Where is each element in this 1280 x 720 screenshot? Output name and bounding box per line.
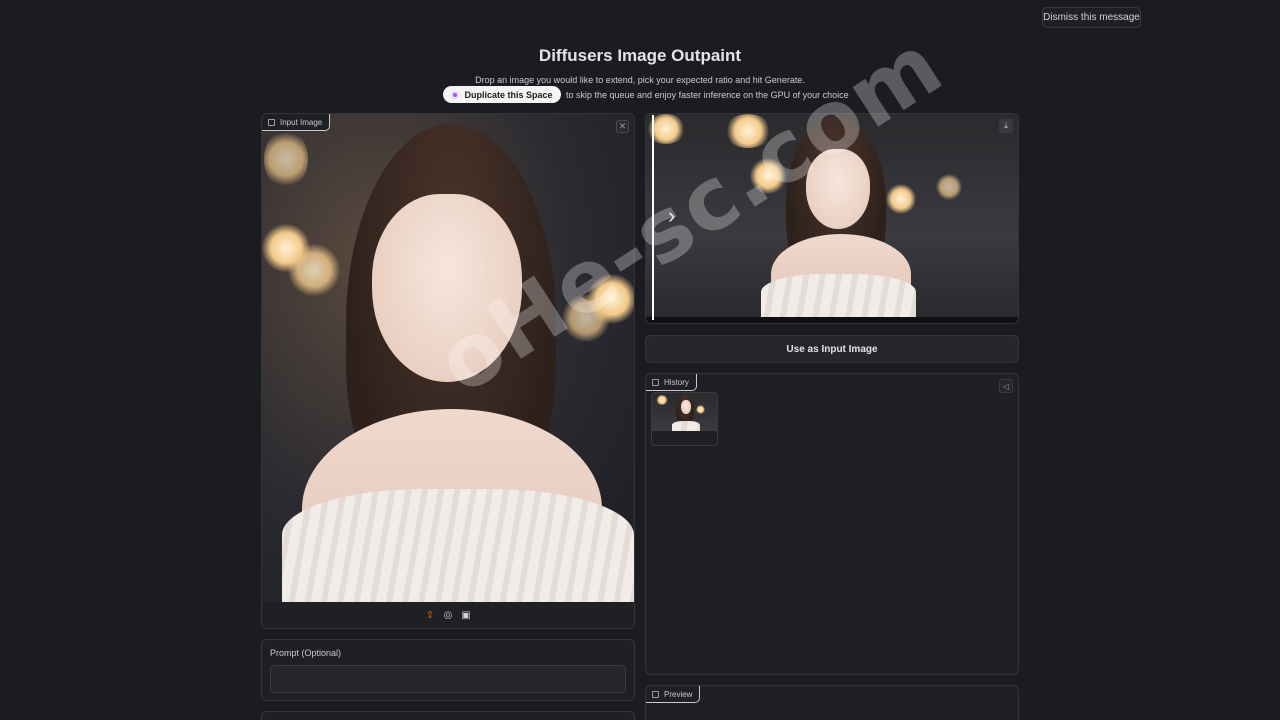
preview-panel: Preview (645, 685, 1019, 720)
input-image-panel[interactable]: Input Image ✕ (261, 113, 635, 629)
input-image-tag: Input Image (262, 114, 331, 131)
input-image (262, 114, 634, 602)
settings-panel (261, 711, 635, 720)
preview-label: Preview (664, 689, 693, 699)
webcam-icon[interactable]: ◎ (443, 610, 454, 621)
page-title: Diffusers Image Outpaint (538, 46, 742, 65)
image-icon (652, 690, 659, 698)
clipboard-icon[interactable]: ▣ (461, 610, 472, 621)
duplicate-suffix: to skip the queue and enjoy faster infer… (566, 89, 849, 100)
share-icon[interactable]: ◁ (999, 379, 1013, 393)
duplicate-row: Duplicate this Space to skip the queue a… (443, 86, 849, 103)
output-image-panel[interactable] (645, 113, 1019, 324)
page-subtitle: Drop an image you would like to extend, … (475, 75, 805, 85)
history-thumbnail-image (652, 393, 717, 431)
use-as-input-button[interactable]: Use as Input Image (645, 335, 1019, 363)
chevron-right-icon[interactable]: › (668, 203, 675, 229)
dismiss-message-button[interactable]: Dismiss this message (1042, 7, 1141, 28)
history-label: History (664, 377, 689, 387)
prompt-label: Prompt (Optional) (270, 648, 342, 658)
duplicate-space-button[interactable]: Duplicate this Space (443, 86, 561, 103)
download-icon[interactable]: ⤓ (999, 119, 1013, 133)
image-source-toolbar: ⇪ ◎ ▣ (262, 602, 634, 628)
duplicate-icon (451, 90, 460, 99)
history-thumbnail[interactable] (651, 392, 718, 446)
prompt-input[interactable] (270, 665, 626, 693)
preview-tag: Preview (646, 686, 701, 703)
image-icon (268, 118, 275, 126)
output-image (646, 114, 1018, 317)
upload-icon[interactable]: ⇪ (425, 610, 436, 621)
duplicate-space-label: Duplicate this Space (464, 89, 553, 100)
gallery-icon (652, 378, 659, 386)
history-tag: History (646, 374, 697, 391)
input-image-label: Input Image (280, 117, 323, 127)
compare-slider-handle[interactable] (652, 115, 654, 320)
close-icon[interactable]: ✕ (616, 120, 629, 133)
